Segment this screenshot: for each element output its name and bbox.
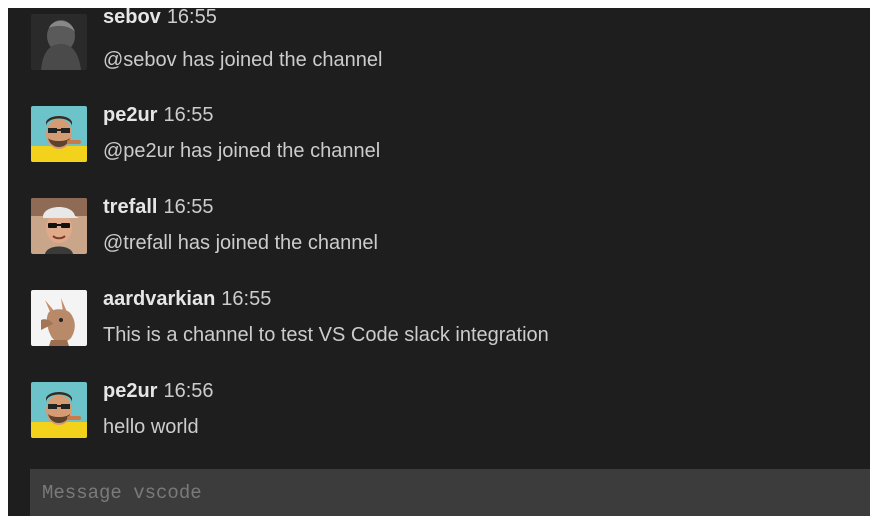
chat-panel: sebov 16:55 @sebov has joined the channel <box>8 8 870 516</box>
message-header: aardvarkian 16:55 <box>103 286 271 312</box>
message-text: @trefall has joined the channel <box>103 232 378 254</box>
message-header: trefall 16:55 <box>103 194 214 220</box>
message-timestamp: 16:55 <box>163 104 214 126</box>
message-item: sebov 16:55 @sebov has joined the channel <box>8 8 870 88</box>
message-composer <box>30 469 870 516</box>
message-text: @pe2ur has joined the channel <box>103 140 381 162</box>
message-author[interactable]: pe2ur <box>103 380 157 402</box>
message-header: pe2ur 16:55 <box>103 102 214 128</box>
message-timestamp: 16:55 <box>221 288 272 310</box>
message-item: pe2ur 16:55 @pe2ur has joined the channel <box>8 100 870 180</box>
bearded-man-avatar[interactable] <box>31 382 87 438</box>
message-input[interactable] <box>30 469 862 516</box>
message-item: trefall 16:55 @trefall has joined the cha… <box>8 192 870 272</box>
message-text: @sebov has joined the channel <box>103 49 383 71</box>
message-author[interactable]: pe2ur <box>103 104 157 126</box>
message-author[interactable]: trefall <box>103 196 157 218</box>
aardvark-avatar[interactable] <box>31 290 87 346</box>
message-text: hello world <box>103 416 199 438</box>
bearded-man-avatar[interactable] <box>31 106 87 162</box>
message-header: sebov 16:55 <box>103 8 217 30</box>
message-timestamp: 16:56 <box>163 380 214 402</box>
message-author[interactable]: sebov <box>103 8 161 28</box>
message-item: aardvarkian 16:55 This is a channel to te… <box>8 284 870 364</box>
dark-silhouette-avatar[interactable] <box>31 14 87 70</box>
message-text: This is a channel to test VS Code slack … <box>103 324 549 346</box>
message-item: pe2ur 16:56 hello world <box>8 376 870 456</box>
message-timestamp: 16:55 <box>163 196 214 218</box>
cap-sunglasses-man-avatar[interactable] <box>31 198 87 254</box>
message-author[interactable]: aardvarkian <box>103 288 215 310</box>
message-header: pe2ur 16:56 <box>103 378 214 404</box>
message-timestamp: 16:55 <box>166 8 217 28</box>
